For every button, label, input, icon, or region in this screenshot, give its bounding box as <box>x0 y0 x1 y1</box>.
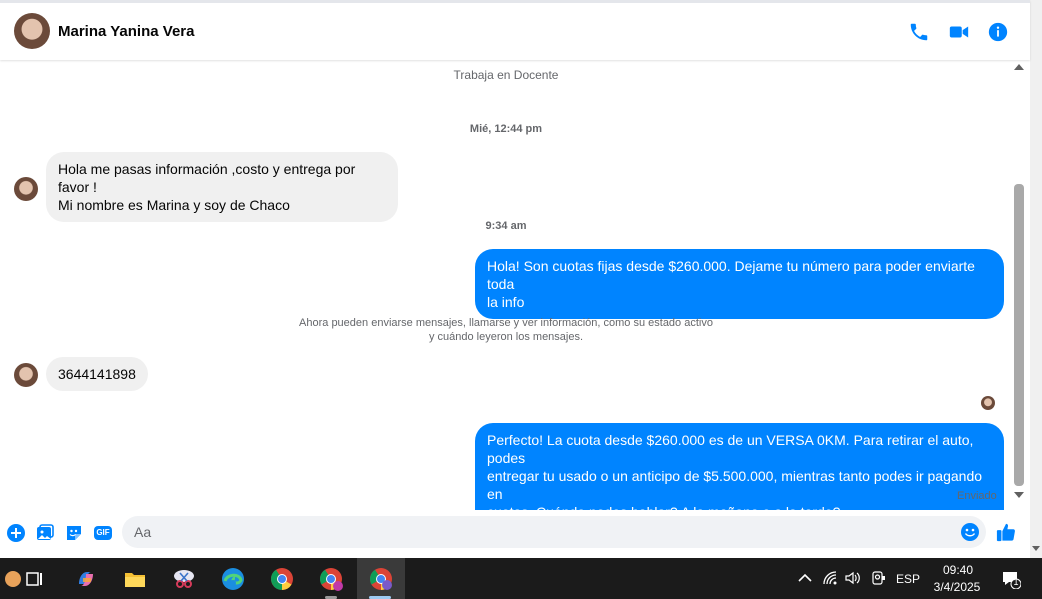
contact-name[interactable]: Marina Yanina Vera <box>58 23 194 40</box>
timestamp: 9:34 am <box>485 220 527 232</box>
message-text: Perfecto! La cuota desde $260.000 es de … <box>487 432 974 466</box>
incoming-message[interactable]: 3644141898 <box>46 357 148 391</box>
phone-icon[interactable] <box>908 21 930 43</box>
message-text: 3644141898 <box>58 366 136 382</box>
info-icon[interactable] <box>987 21 1009 43</box>
page-scroll-down-icon[interactable] <box>1032 546 1040 551</box>
sender-avatar[interactable] <box>14 363 38 387</box>
message-input-container[interactable] <box>122 516 986 548</box>
clock-time[interactable]: 09:40 <box>938 563 978 577</box>
network-icon[interactable] <box>822 570 838 586</box>
windows-taskbar: ESP 09:40 3/4/2025 1 <box>0 558 1042 599</box>
clock-date[interactable]: 3/4/2025 <box>928 580 986 594</box>
outgoing-message[interactable]: Hola! Son cuotas fijas desde $260.000. D… <box>475 249 1004 319</box>
contact-avatar[interactable] <box>14 13 50 49</box>
plus-icon[interactable] <box>6 523 26 543</box>
file-explorer-icon[interactable] <box>112 558 158 599</box>
camera-privacy-icon[interactable] <box>870 570 886 586</box>
notification-center-icon[interactable]: 1 <box>1001 569 1022 590</box>
message-composer: GIF <box>0 510 1030 558</box>
like-icon[interactable] <box>996 522 1018 544</box>
message-text: Hola! Son cuotas fijas desde $260.000. D… <box>487 258 975 292</box>
gif-icon[interactable]: GIF <box>93 523 113 543</box>
delivery-status: Enviado <box>957 490 997 502</box>
system-notice-text: y cuándo leyeron los mensajes. <box>428 331 584 343</box>
message-text: Hola me pasas información ,costo y entre… <box>58 161 356 195</box>
notification-badge: 1 <box>1013 577 1019 587</box>
sender-avatar[interactable] <box>14 177 38 201</box>
chat-header: Marina Yanina Vera <box>0 0 1030 60</box>
task-view-icon[interactable] <box>12 558 58 599</box>
edge-browser-icon[interactable] <box>210 558 256 599</box>
language-indicator[interactable]: ESP <box>896 572 920 586</box>
scroll-up-arrow-icon[interactable] <box>1014 64 1024 70</box>
sticker-icon[interactable] <box>64 523 84 543</box>
profile-info: Trabaja en Docente <box>453 68 559 82</box>
emoji-icon[interactable] <box>960 522 980 542</box>
chrome-active-window-icon[interactable] <box>357 558 405 599</box>
seen-avatar <box>981 396 995 410</box>
scrollbar-thumb[interactable] <box>1014 184 1024 486</box>
system-notice: Ahora pueden enviarse mensajes, llamarse… <box>0 316 1012 344</box>
volume-icon[interactable] <box>845 570 861 586</box>
messenger-window: Marina Yanina Vera Trabaja en Docente Mi… <box>0 0 1042 599</box>
message-text: entregar tu usado o un anticipo de $5.50… <box>487 468 983 502</box>
chrome-profile-icon[interactable] <box>308 558 354 599</box>
chevron-up-icon[interactable] <box>797 570 813 586</box>
snipping-tool-icon[interactable] <box>161 558 207 599</box>
message-text: la info <box>487 294 525 310</box>
photo-icon[interactable] <box>35 523 55 543</box>
window-edge <box>1030 0 1042 558</box>
timestamp: Mié, 12:44 pm <box>469 123 543 135</box>
incoming-message[interactable]: Hola me pasas información ,costo y entre… <box>46 152 398 222</box>
message-input[interactable] <box>134 516 954 548</box>
copilot-icon[interactable] <box>63 558 109 599</box>
chrome-browser-icon[interactable] <box>259 558 305 599</box>
message-text: Mi nombre es Marina y soy de Chaco <box>58 197 290 213</box>
scroll-down-arrow-icon[interactable] <box>1014 492 1024 498</box>
message-list: Trabaja en Docente Mié, 12:44 pm Hola me… <box>0 60 1012 529</box>
video-call-icon[interactable] <box>948 21 970 43</box>
system-notice-text: Ahora pueden enviarse mensajes, llamarse… <box>299 317 713 329</box>
gif-label: GIF <box>96 528 110 537</box>
